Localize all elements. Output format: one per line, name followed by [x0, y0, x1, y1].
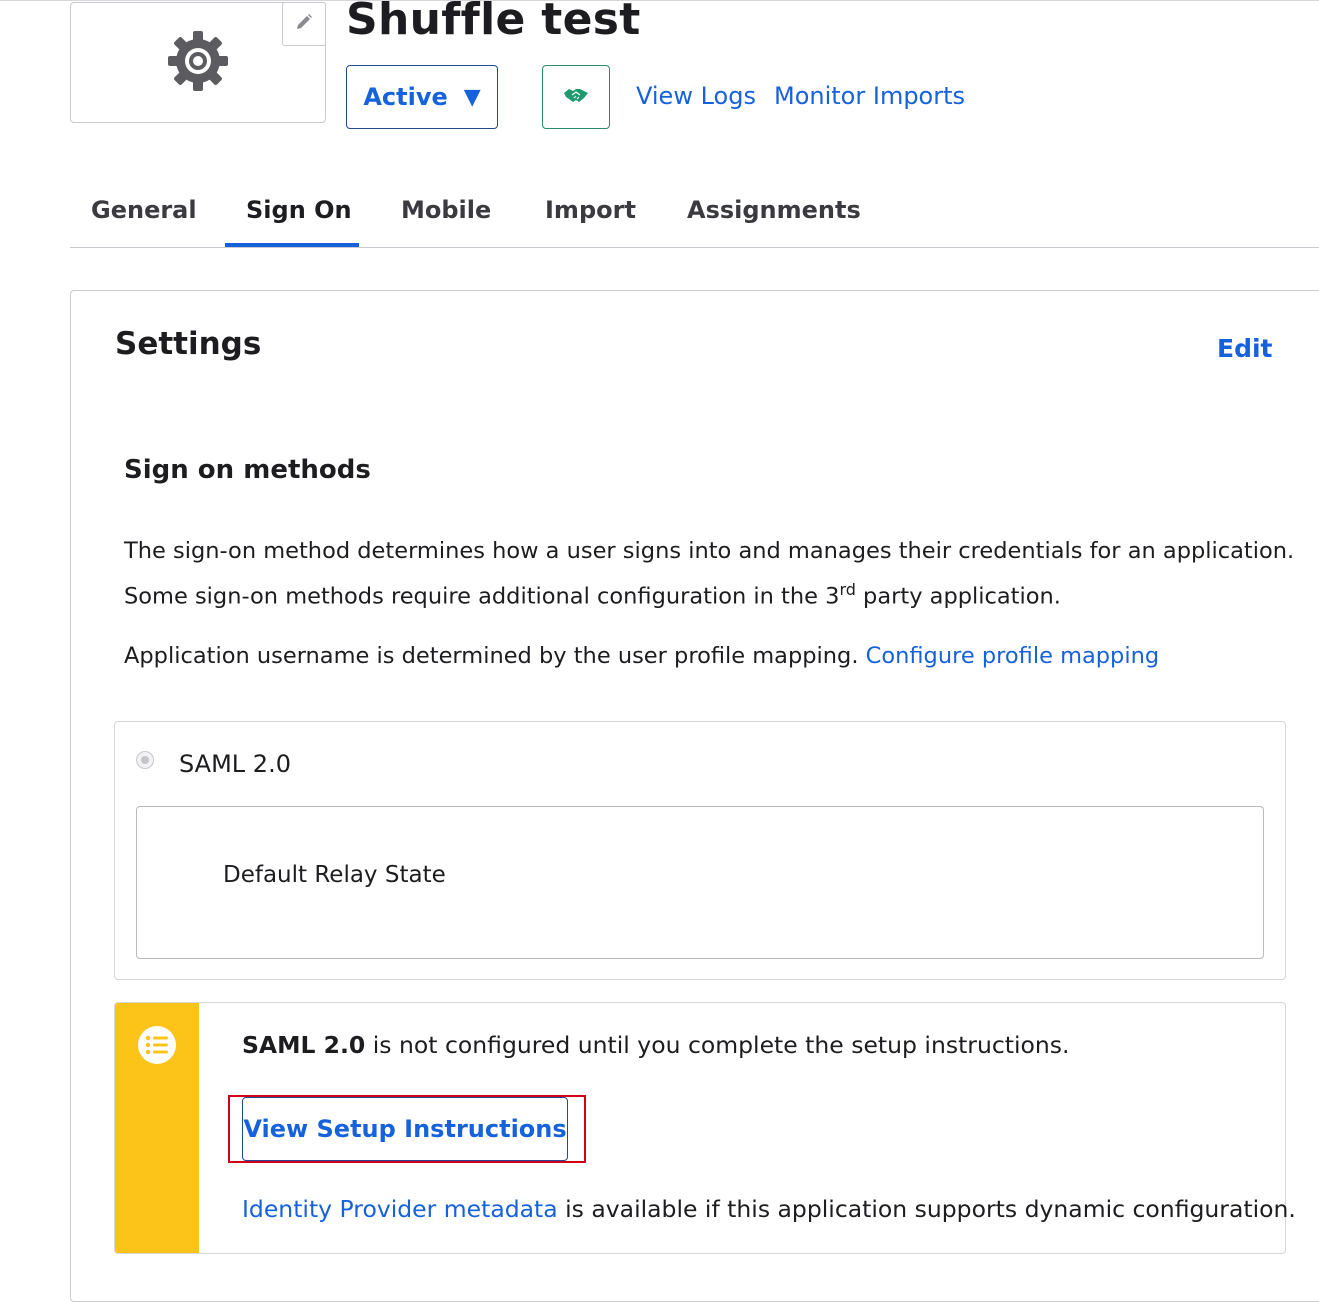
status-dropdown-button[interactable]: Active ▼: [346, 65, 498, 129]
identity-provider-metadata-link[interactable]: Identity Provider metadata: [242, 1195, 558, 1223]
active-tab-indicator: [225, 243, 359, 247]
tab-bar: General Sign On Mobile Import Assignment…: [70, 192, 1319, 248]
tab-mobile[interactable]: Mobile: [401, 192, 491, 247]
saml-radio-button[interactable]: [136, 751, 154, 769]
gear-icon: [166, 29, 230, 97]
saml-label: SAML 2.0: [179, 750, 291, 778]
settings-title: Settings: [115, 326, 262, 362]
chevron-down-icon: ▼: [463, 84, 481, 110]
view-setup-instructions-button[interactable]: View Setup Instructions: [242, 1097, 568, 1161]
description-line-1: The sign-on method determines how a user…: [124, 538, 1295, 564]
tab-general[interactable]: General: [91, 192, 197, 247]
push-groups-button[interactable]: [542, 65, 610, 129]
relay-state-label: Default Relay State: [223, 862, 446, 888]
configure-profile-mapping-link[interactable]: Configure profile mapping: [866, 643, 1160, 669]
tab-sign-on[interactable]: Sign On: [246, 192, 352, 247]
description-line-2: Some sign-on methods require additional …: [124, 580, 1061, 610]
edit-settings-link[interactable]: Edit: [1217, 334, 1273, 363]
list-icon: [138, 1026, 176, 1064]
pencil-icon: [294, 12, 314, 36]
callout-message: SAML 2.0 is not configured until you com…: [242, 1031, 1070, 1059]
sign-on-methods-title: Sign on methods: [124, 455, 371, 485]
monitor-imports-link[interactable]: Monitor Imports: [774, 82, 965, 110]
view-logs-link[interactable]: View Logs: [636, 82, 756, 110]
tab-import[interactable]: Import: [545, 192, 636, 247]
metadata-message: Identity Provider metadata is available …: [242, 1195, 1296, 1223]
username-mapping-text: Application username is determined by th…: [124, 643, 1160, 669]
app-title: Shuffle test: [346, 0, 641, 45]
status-label: Active: [363, 83, 448, 111]
handshake-icon: [563, 86, 589, 108]
top-divider: [0, 0, 1319, 1]
tab-assignments[interactable]: Assignments: [687, 192, 861, 247]
edit-logo-button[interactable]: [282, 2, 326, 46]
